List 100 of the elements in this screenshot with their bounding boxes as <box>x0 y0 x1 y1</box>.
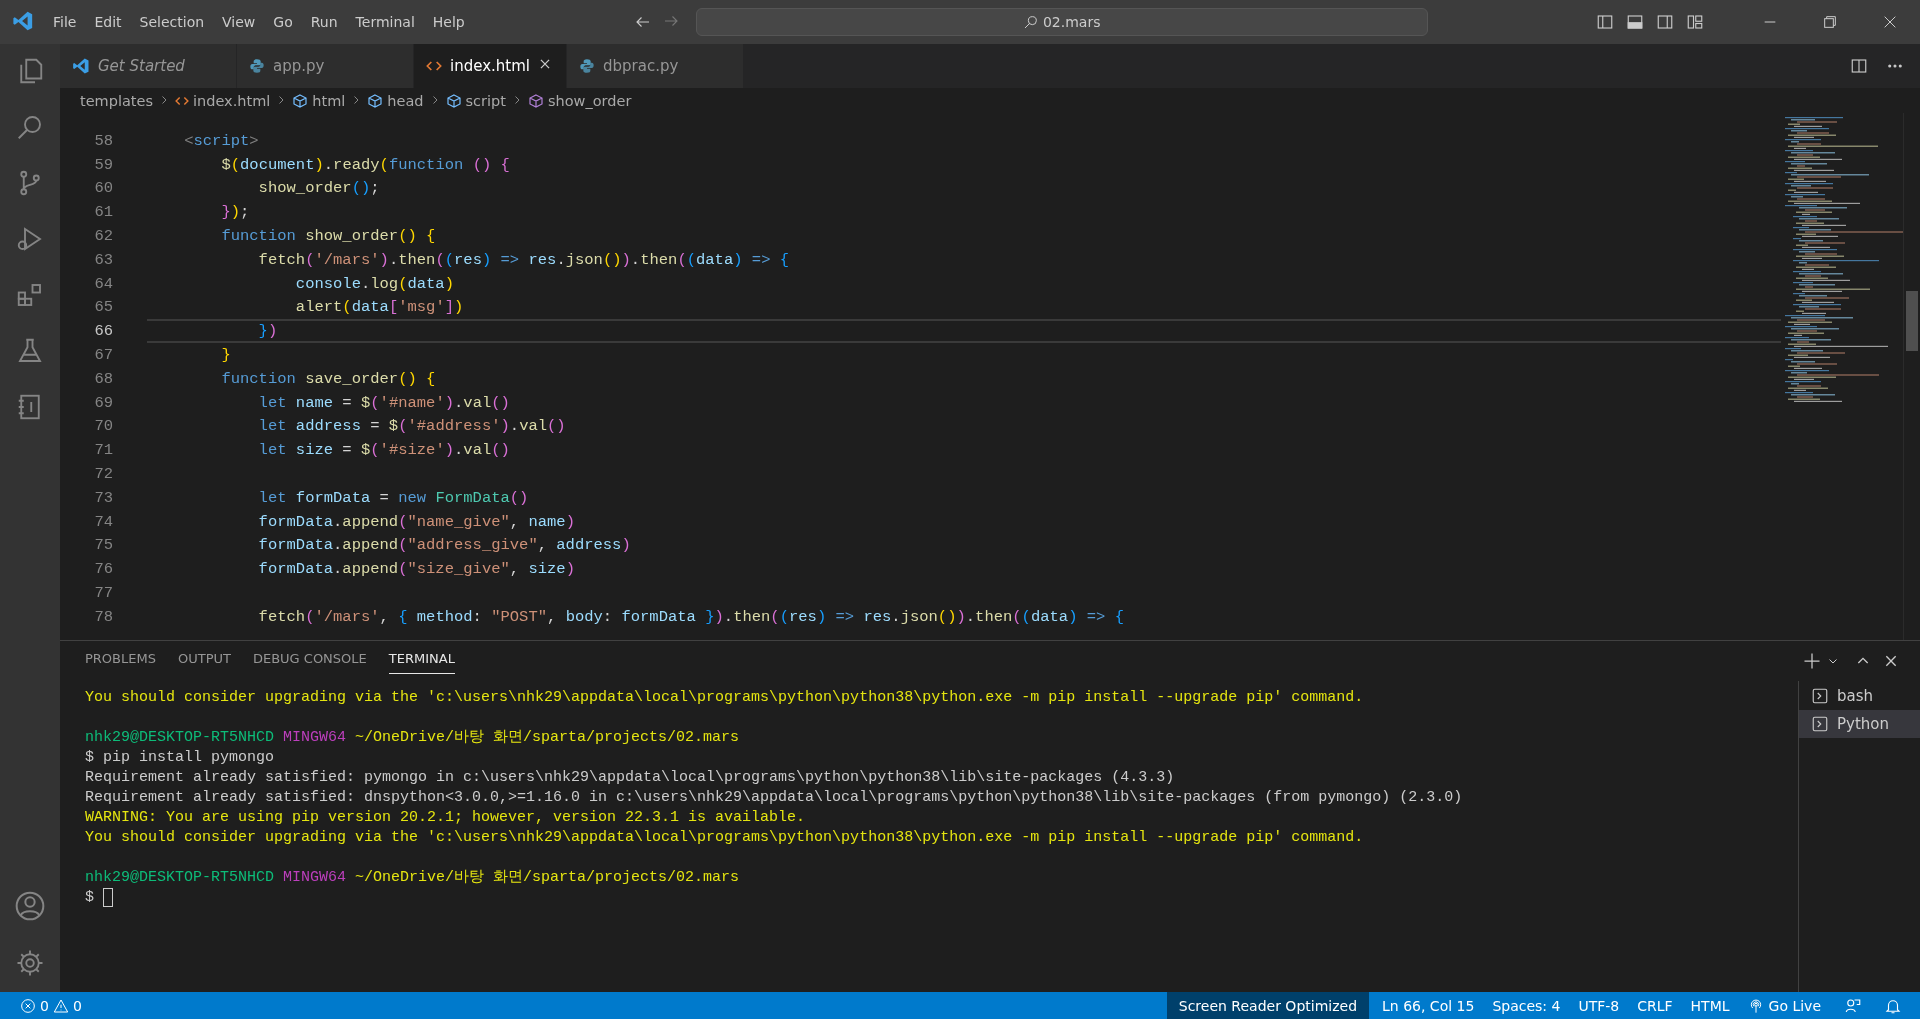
line-number: 62 <box>93 227 114 246</box>
line-number: 67 <box>93 346 114 365</box>
terminal-line: You should consider upgrading via the 'c:\users\nhk29\appdata\local\programs\python\python38\python.exe -m pip install --upgrade pip' command. <box>85 688 1365 708</box>
status-item[interactable]: HTML <box>1681 992 1739 1019</box>
menu-item[interactable]: Edit <box>85 10 131 34</box>
split-editor-icon[interactable] <box>1850 57 1868 75</box>
code-line: }) <box>147 319 1781 344</box>
code-line: let name = $('#name').val() <box>257 392 511 414</box>
panel-tab[interactable]: OUTPUT <box>177 651 231 673</box>
code-line: fetch('/mars', { method: "POST", body: formData }).then((res) => res.json()).then((data) => { <box>257 606 1125 628</box>
code-line: console.log(data) <box>294 273 455 295</box>
python-icon <box>249 58 265 74</box>
terminal-prompt: $ <box>85 889 94 907</box>
code-line: $(document).ready(function () { <box>220 154 511 176</box>
terminal-line: You should consider upgrading via the 'c:\users\nhk29\appdata\local\programs\python\python38\python.exe -m pip install --upgrade pip' command. <box>85 828 1365 848</box>
status-item[interactable]: UTF-8 <box>1569 992 1629 1019</box>
menu-item[interactable]: Run <box>301 10 347 34</box>
code-line: let size = $('#size').val() <box>257 440 511 462</box>
line-number: 59 <box>93 155 114 174</box>
editor-tab[interactable]: index.html <box>414 44 567 88</box>
breadcrumb-item[interactable]: html <box>292 92 346 109</box>
panel-tab[interactable]: TERMINAL <box>388 651 455 674</box>
line-number: 69 <box>93 393 114 412</box>
breadcrumb-item[interactable]: show_order <box>527 92 632 109</box>
problems-status[interactable]: 0 0 <box>0 997 82 1014</box>
layout-icon[interactable] <box>1686 13 1704 31</box>
menu-item[interactable]: Terminal <box>346 10 424 34</box>
line-number: 60 <box>93 179 114 198</box>
breadcrumb-item[interactable]: script <box>445 92 506 109</box>
panel-tab[interactable]: DEBUG CONSOLE <box>252 651 367 673</box>
scrollbar-thumb[interactable] <box>1906 291 1918 351</box>
close-icon[interactable] <box>1883 653 1899 669</box>
account-icon[interactable] <box>14 890 46 922</box>
line-number: 66 <box>93 322 114 341</box>
secondary-sidebar-toggle-icon[interactable] <box>1656 13 1674 31</box>
panel-toggle-icon[interactable] <box>1626 13 1644 31</box>
terminal-list-item[interactable]: Python <box>1799 710 1920 738</box>
breadcrumb-item[interactable]: templates <box>80 92 153 109</box>
cube-icon <box>445 92 462 109</box>
panel-tab[interactable]: PROBLEMS <box>85 651 156 673</box>
menu-item[interactable]: Selection <box>130 10 214 34</box>
terminal-list-item[interactable]: bash <box>1799 682 1920 710</box>
terminal-line: Requirement already satisfied: pymongo in c:\users\nhk29\appdata\local\programs\python\python38\lib\site-packages (4.3.3) <box>85 768 1176 788</box>
code-line: formData.append("size_give", size) <box>257 559 576 581</box>
vscode-logo-icon <box>12 9 34 32</box>
search-icon <box>1022 14 1039 30</box>
line-number: 78 <box>93 607 114 626</box>
line-number: 70 <box>93 417 114 436</box>
primary-sidebar-toggle-icon[interactable] <box>1596 13 1614 31</box>
close-icon[interactable] <box>538 57 552 71</box>
code-line: let address = $('#address').val() <box>257 416 567 438</box>
editor-tab[interactable]: Get Started <box>60 44 237 88</box>
cube-icon <box>527 92 544 109</box>
command-center-search[interactable]: 02.mars <box>695 8 1428 36</box>
feedback-icon[interactable] <box>1844 996 1862 1015</box>
code-line: alert(data['msg']) <box>294 297 465 319</box>
line-number: 68 <box>93 369 114 388</box>
code-line: fetch('/mars').then((res) => res.json()).then((data) => { <box>257 249 791 271</box>
line-number: 75 <box>93 536 114 555</box>
line-number: 61 <box>93 203 114 222</box>
menu-item[interactable]: Help <box>423 10 474 34</box>
cube-icon <box>367 92 384 109</box>
line-number: 64 <box>93 274 114 293</box>
go-live-button[interactable]: Go Live <box>1738 992 1830 1019</box>
code-line: show_order(); <box>257 178 381 200</box>
status-item[interactable]: CRLF <box>1628 992 1682 1019</box>
breadcrumb-item[interactable]: index.html <box>175 92 271 109</box>
settings-icon[interactable] <box>15 948 45 978</box>
terminal-line: nhk29@DESKTOP-RT5NHCD MINGW64 ~/OneDrive/바탕 화면/sparta/projects/02.mars <box>85 868 741 888</box>
status-item[interactable]: Ln 66, Col 15 <box>1373 992 1484 1019</box>
line-number: 58 <box>93 131 114 150</box>
python-icon <box>579 58 595 74</box>
terminal-line: Requirement already satisfied: dnspython<3.0.0,>=1.16.0 in c:\users\nhk29\appdata\local\programs\python\python38\lib\site-packages (from pymongo) (2.3.0) <box>85 788 1464 808</box>
code-line: }); <box>220 202 251 224</box>
code-line: <script> <box>183 130 260 152</box>
terminal-line: $ pip install pymongo <box>85 748 276 768</box>
editor-tab[interactable]: app.py <box>237 44 414 88</box>
warning-icon <box>52 997 69 1014</box>
cube-icon <box>292 92 309 109</box>
code-line: formData.append("name_give", name) <box>257 511 576 533</box>
editor-tab[interactable]: dbprac.py <box>567 44 744 88</box>
menu-item[interactable]: File <box>44 10 86 34</box>
code-line: function save_order() { <box>220 368 437 390</box>
terminal-cursor <box>103 888 114 907</box>
terminal-line: WARNING: You are using pip version 20.2.1; however, version 22.3.1 is available. <box>85 808 807 828</box>
breadcrumb-item[interactable]: head <box>367 92 424 109</box>
menu-item[interactable]: View <box>213 10 265 34</box>
code-line: function show_order() { <box>220 226 437 248</box>
line-number: 73 <box>93 488 114 507</box>
status-item[interactable]: Spaces: 4 <box>1483 992 1570 1019</box>
plus-icon[interactable] <box>1802 651 1822 671</box>
code-line: let formData = new FormData() <box>257 487 530 509</box>
line-number: 63 <box>93 250 114 269</box>
code-line: } <box>220 345 232 367</box>
status-item[interactable]: Screen Reader Optimized <box>1166 992 1370 1019</box>
terminal-icon <box>1811 687 1829 705</box>
menu-item[interactable]: Go <box>264 10 302 34</box>
line-number: 77 <box>93 584 114 603</box>
line-number: 74 <box>93 512 114 531</box>
line-number: 72 <box>93 465 114 484</box>
